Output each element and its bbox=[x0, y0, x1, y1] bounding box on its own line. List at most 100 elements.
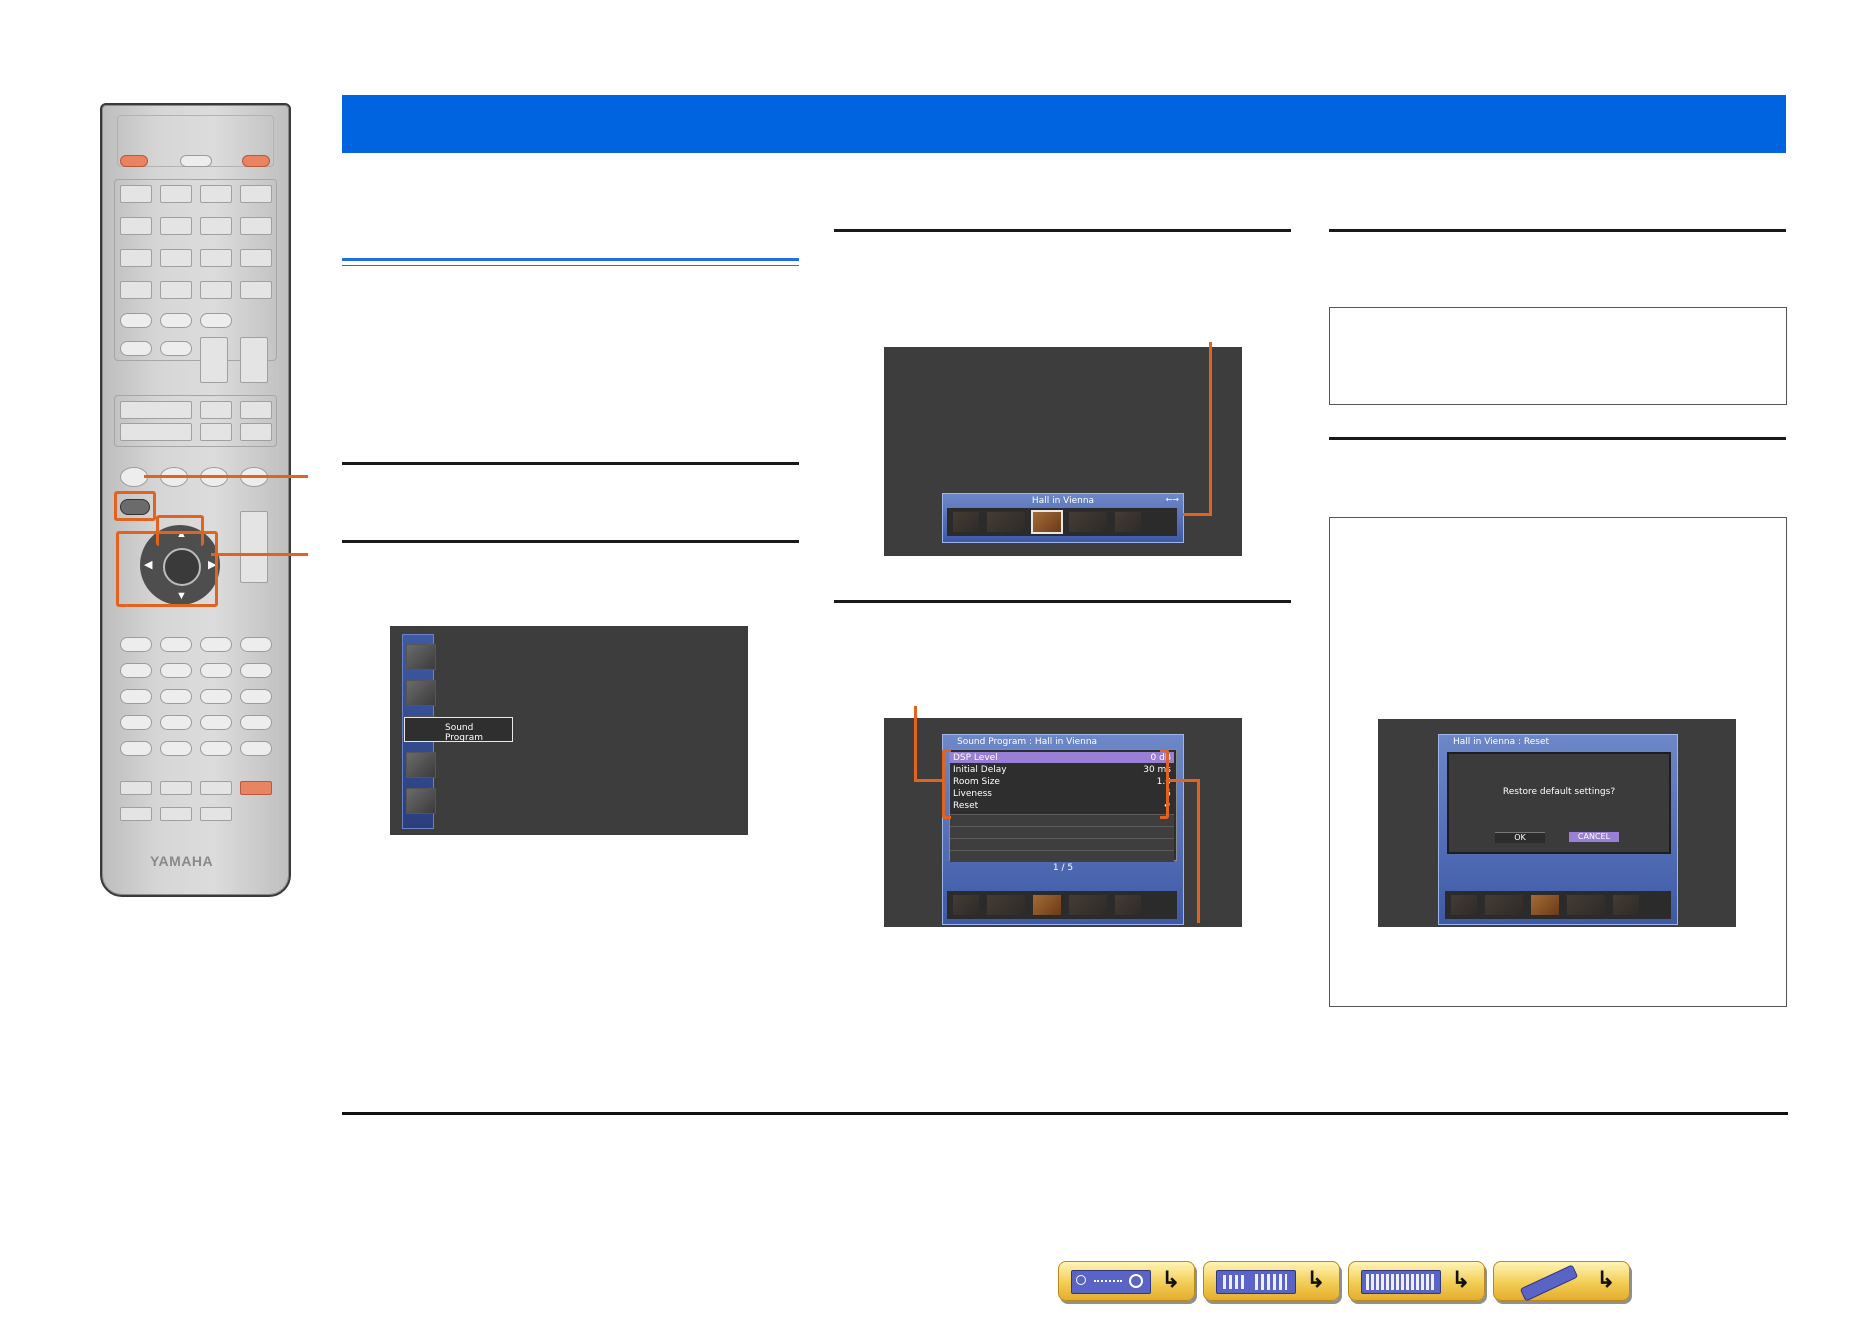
parameter-row-dsp-level[interactable]: DSP Level 0 dB bbox=[950, 752, 1174, 763]
program-thumbnail[interactable] bbox=[1485, 895, 1523, 915]
rear-panel-nav-button[interactable]: ↳ bbox=[1203, 1261, 1340, 1301]
program-thumbnail-selected[interactable] bbox=[1031, 510, 1063, 534]
jump-arrow-icon: ↳ bbox=[1306, 1267, 1325, 1292]
ok-button[interactable]: OK bbox=[1495, 832, 1545, 843]
program-thumbnail[interactable] bbox=[1069, 512, 1107, 532]
parameter-label: Initial Delay bbox=[953, 764, 1007, 775]
reset-dialog-title: Hall in Vienna : Reset bbox=[1453, 737, 1550, 747]
step-rule bbox=[342, 540, 799, 543]
rear-panel-icon bbox=[1216, 1270, 1296, 1294]
remote-number-button bbox=[160, 741, 192, 756]
parameter-value-callout-line bbox=[1197, 779, 1200, 923]
remote-input-button bbox=[160, 185, 192, 203]
remote-tv-power-button bbox=[240, 781, 272, 795]
jump-arrow-icon: ↳ bbox=[1596, 1267, 1615, 1292]
program-thumbnail[interactable] bbox=[953, 512, 979, 532]
parameter-row-empty bbox=[950, 838, 1174, 850]
front-panel-icon bbox=[1071, 1270, 1151, 1294]
jump-arrow-icon: ↳ bbox=[1161, 1267, 1180, 1292]
remote-scene-button bbox=[200, 423, 232, 441]
program-thumbnail-strip[interactable] bbox=[1445, 891, 1671, 919]
program-thumbnail[interactable] bbox=[1069, 895, 1107, 915]
program-thumbnail[interactable] bbox=[1567, 895, 1605, 915]
remote-tv-ch-up-button bbox=[200, 781, 232, 795]
setup-menu-icon bbox=[406, 752, 436, 778]
display-nav-button[interactable]: ↳ bbox=[1348, 1261, 1485, 1301]
section-rule-blue-thin bbox=[342, 265, 799, 266]
remote-button bbox=[160, 313, 192, 328]
remote-tv-button bbox=[120, 807, 152, 821]
remote-number-button bbox=[240, 741, 272, 756]
cancel-button[interactable]: CANCEL bbox=[1569, 832, 1619, 842]
remote-input-button bbox=[240, 217, 272, 235]
screen-main-menu: Sound Program bbox=[390, 626, 748, 835]
step-rule bbox=[1329, 437, 1786, 440]
program-thumbnail[interactable] bbox=[1115, 895, 1141, 915]
remote-icon bbox=[1506, 1264, 1584, 1302]
remote-skip-forward-button bbox=[240, 663, 272, 678]
remote-power-button bbox=[120, 155, 148, 167]
program-thumbnail-selected[interactable] bbox=[1033, 895, 1061, 915]
remote-transport-button bbox=[120, 637, 152, 652]
remote-number-button bbox=[160, 715, 192, 730]
program-callout-line bbox=[1209, 342, 1212, 516]
remote-nav-button[interactable]: ↳ bbox=[1493, 1261, 1630, 1302]
parameter-row-liveness[interactable]: Liveness 5 bbox=[950, 788, 1174, 799]
display-icon bbox=[1361, 1270, 1441, 1294]
bottom-rule bbox=[342, 1112, 1788, 1115]
note-box bbox=[1329, 307, 1787, 405]
program-thumbnail[interactable] bbox=[1115, 512, 1141, 532]
parameters-title: Sound Program : Hall in Vienna bbox=[957, 737, 1098, 747]
parameter-label: DSP Level bbox=[953, 752, 998, 763]
program-thumbnail-selected[interactable] bbox=[1531, 895, 1559, 915]
remote-number-button bbox=[200, 741, 232, 756]
sound-program-menu-item[interactable]: Sound Program bbox=[404, 717, 513, 743]
input-menu-icon bbox=[406, 644, 436, 670]
program-thumbnail[interactable] bbox=[987, 895, 1025, 915]
remote-tv-vol-down-button bbox=[160, 807, 192, 821]
remote-input-button bbox=[200, 281, 232, 299]
remote-play-button bbox=[240, 637, 272, 652]
parameter-row-reset[interactable]: Reset ↵ bbox=[950, 800, 1174, 811]
program-thumbnail[interactable] bbox=[987, 512, 1025, 532]
remote-number-button bbox=[120, 715, 152, 730]
remote-forward-button bbox=[160, 663, 192, 678]
program-thumbnail[interactable] bbox=[1613, 895, 1639, 915]
remote-input-button bbox=[160, 281, 192, 299]
remote-input-group bbox=[114, 179, 277, 361]
parameter-row-empty bbox=[950, 826, 1174, 838]
section-rule-blue bbox=[342, 258, 799, 261]
program-thumbnail[interactable] bbox=[953, 895, 979, 915]
program-thumbnail-strip[interactable] bbox=[947, 891, 1177, 919]
remote-zone-button bbox=[180, 155, 212, 167]
remote-input-button bbox=[240, 185, 272, 203]
yamaha-logo: YAMAHA bbox=[150, 853, 214, 869]
parameter-name-callout-line-h bbox=[914, 779, 945, 782]
header-bar bbox=[342, 95, 1786, 153]
front-panel-nav-button[interactable]: ↳ bbox=[1058, 1261, 1195, 1301]
remote-input-button bbox=[240, 281, 272, 299]
program-thumbnail-strip[interactable] bbox=[947, 508, 1177, 536]
program-panel: Hall in Vienna ←→ bbox=[942, 493, 1184, 543]
remote-number-button bbox=[120, 741, 152, 756]
remote-button bbox=[160, 341, 192, 356]
remote-tuning-button bbox=[240, 337, 268, 383]
remote-stop-button bbox=[160, 637, 192, 652]
parameter-row-room-size[interactable]: Room Size 1.0 bbox=[950, 776, 1174, 787]
scroll-arrows-icon: ←→ bbox=[1165, 495, 1179, 504]
remote-number-button bbox=[200, 689, 232, 704]
remote-scene-button bbox=[240, 401, 272, 419]
step-rule bbox=[342, 462, 799, 465]
program-thumbnail[interactable] bbox=[1451, 895, 1477, 915]
remote-tv-vol-up-button bbox=[160, 781, 192, 795]
remote-pause-button bbox=[200, 637, 232, 652]
remote-scene-button bbox=[120, 401, 192, 419]
remote-tv-ch-down-button bbox=[200, 807, 232, 821]
parameter-row-initial-delay[interactable]: Initial Delay 30 ms bbox=[950, 764, 1174, 775]
option-button-highlight bbox=[114, 491, 156, 521]
remote-preset-up-button bbox=[200, 337, 228, 383]
parameters-panel: Sound Program : Hall in Vienna DSP Level… bbox=[942, 734, 1184, 925]
remote-input-button bbox=[240, 249, 272, 267]
reset-panel: Hall in Vienna : Reset Restore default s… bbox=[1438, 734, 1678, 925]
remote-scene-button bbox=[120, 423, 192, 441]
